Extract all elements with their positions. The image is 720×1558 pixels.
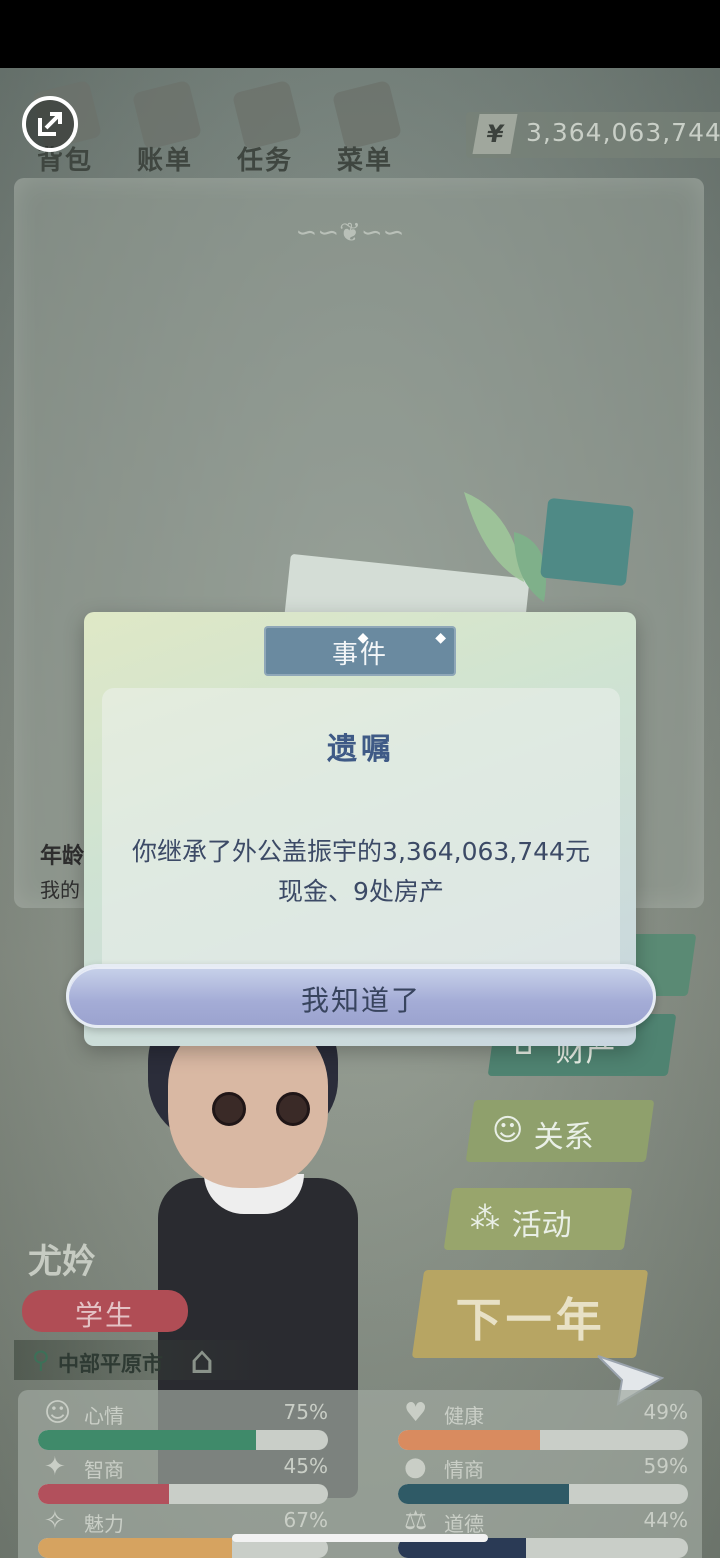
money-display: ¥ 3,364,063,744 [466,112,720,158]
location-bar: ⚲ 中部平原市 [14,1340,274,1380]
share-button[interactable] [22,96,78,152]
nav-menu[interactable]: 菜单 [320,78,410,178]
stat-iq: ✦ 智商 45% [38,1452,328,1506]
status-bar [0,0,720,68]
top-nav: 背包 账单 任务 菜单 [20,78,460,178]
game-screen: 背包 账单 任务 菜单 ¥ 3,364,063,744 ∽∽❦∽∽ 年龄 我的 … [0,68,720,1558]
relations-button[interactable]: ☺ 关系 [465,1100,655,1162]
stat-fill [38,1430,256,1450]
stat-eq: ● 情商 59% [398,1452,688,1506]
smile-icon: ☺ [44,1398,72,1428]
apple-icon: ● [404,1452,427,1482]
activities-button[interactable]: ⁂ 活动 [443,1188,633,1250]
stat-morality: ⚖ 道德 44% [398,1506,688,1558]
people-icon: ☺ [492,1113,524,1148]
modal-title: 遗嘱 [327,732,395,767]
log-age-label: 年龄 [40,844,85,869]
stat-mood: ☺ 心情 75% [38,1398,328,1452]
modal-header: ◆ 事件 ◆ [264,626,456,676]
stat-fill [38,1538,233,1558]
scale-icon: ⚖ [404,1506,428,1536]
money-value: 3,364,063,744 [526,118,720,147]
yen-icon: ¥ [472,114,518,154]
stats-panel: ☺ 心情 75% ♥ 健康 49% ✦ 智商 45% ● 情商 59% ✧ 魅力… [18,1390,702,1558]
event-modal: ◆ 事件 ◆ 遗嘱 你继承了外公盖振宇的3,364,063,744元 现金、9处… [66,492,656,1046]
modal-body: 你继承了外公盖振宇的3,364,063,744元 现金、9处房产 [132,837,590,906]
dots-icon: ⁂ [470,1201,500,1236]
leaf-decoration-icon [464,492,634,602]
bulb-icon: ✦ [44,1452,66,1482]
location-pin-icon: ⚲ [32,1346,50,1374]
stat-fill [398,1430,541,1450]
share-icon [38,112,62,136]
stat-fill [398,1484,570,1504]
nav-bills[interactable]: 账单 [120,78,210,178]
character-name: 尤妗 [28,1242,96,1282]
event-card: ◆ 事件 ◆ 遗嘱 你继承了外公盖振宇的3,364,063,744元 现金、9处… [66,612,656,1046]
log-line: 我的 [40,878,80,902]
sparkle-icon: ✧ [44,1506,66,1536]
home-indicator[interactable] [232,1534,488,1542]
stat-charm: ✧ 魅力 67% [38,1506,328,1558]
next-year-button[interactable]: 下一年 [411,1270,649,1358]
home-icon[interactable]: ⌂ [190,1338,214,1382]
nav-tasks[interactable]: 任务 [220,78,310,178]
confirm-button[interactable]: 我知道了 [66,964,656,1028]
heart-icon: ♥ [404,1398,428,1428]
ornament-icon: ∽∽❦∽∽ [295,218,405,248]
stat-health: ♥ 健康 49% [398,1398,688,1452]
stat-fill [38,1484,169,1504]
role-badge: 学生 [22,1290,188,1332]
